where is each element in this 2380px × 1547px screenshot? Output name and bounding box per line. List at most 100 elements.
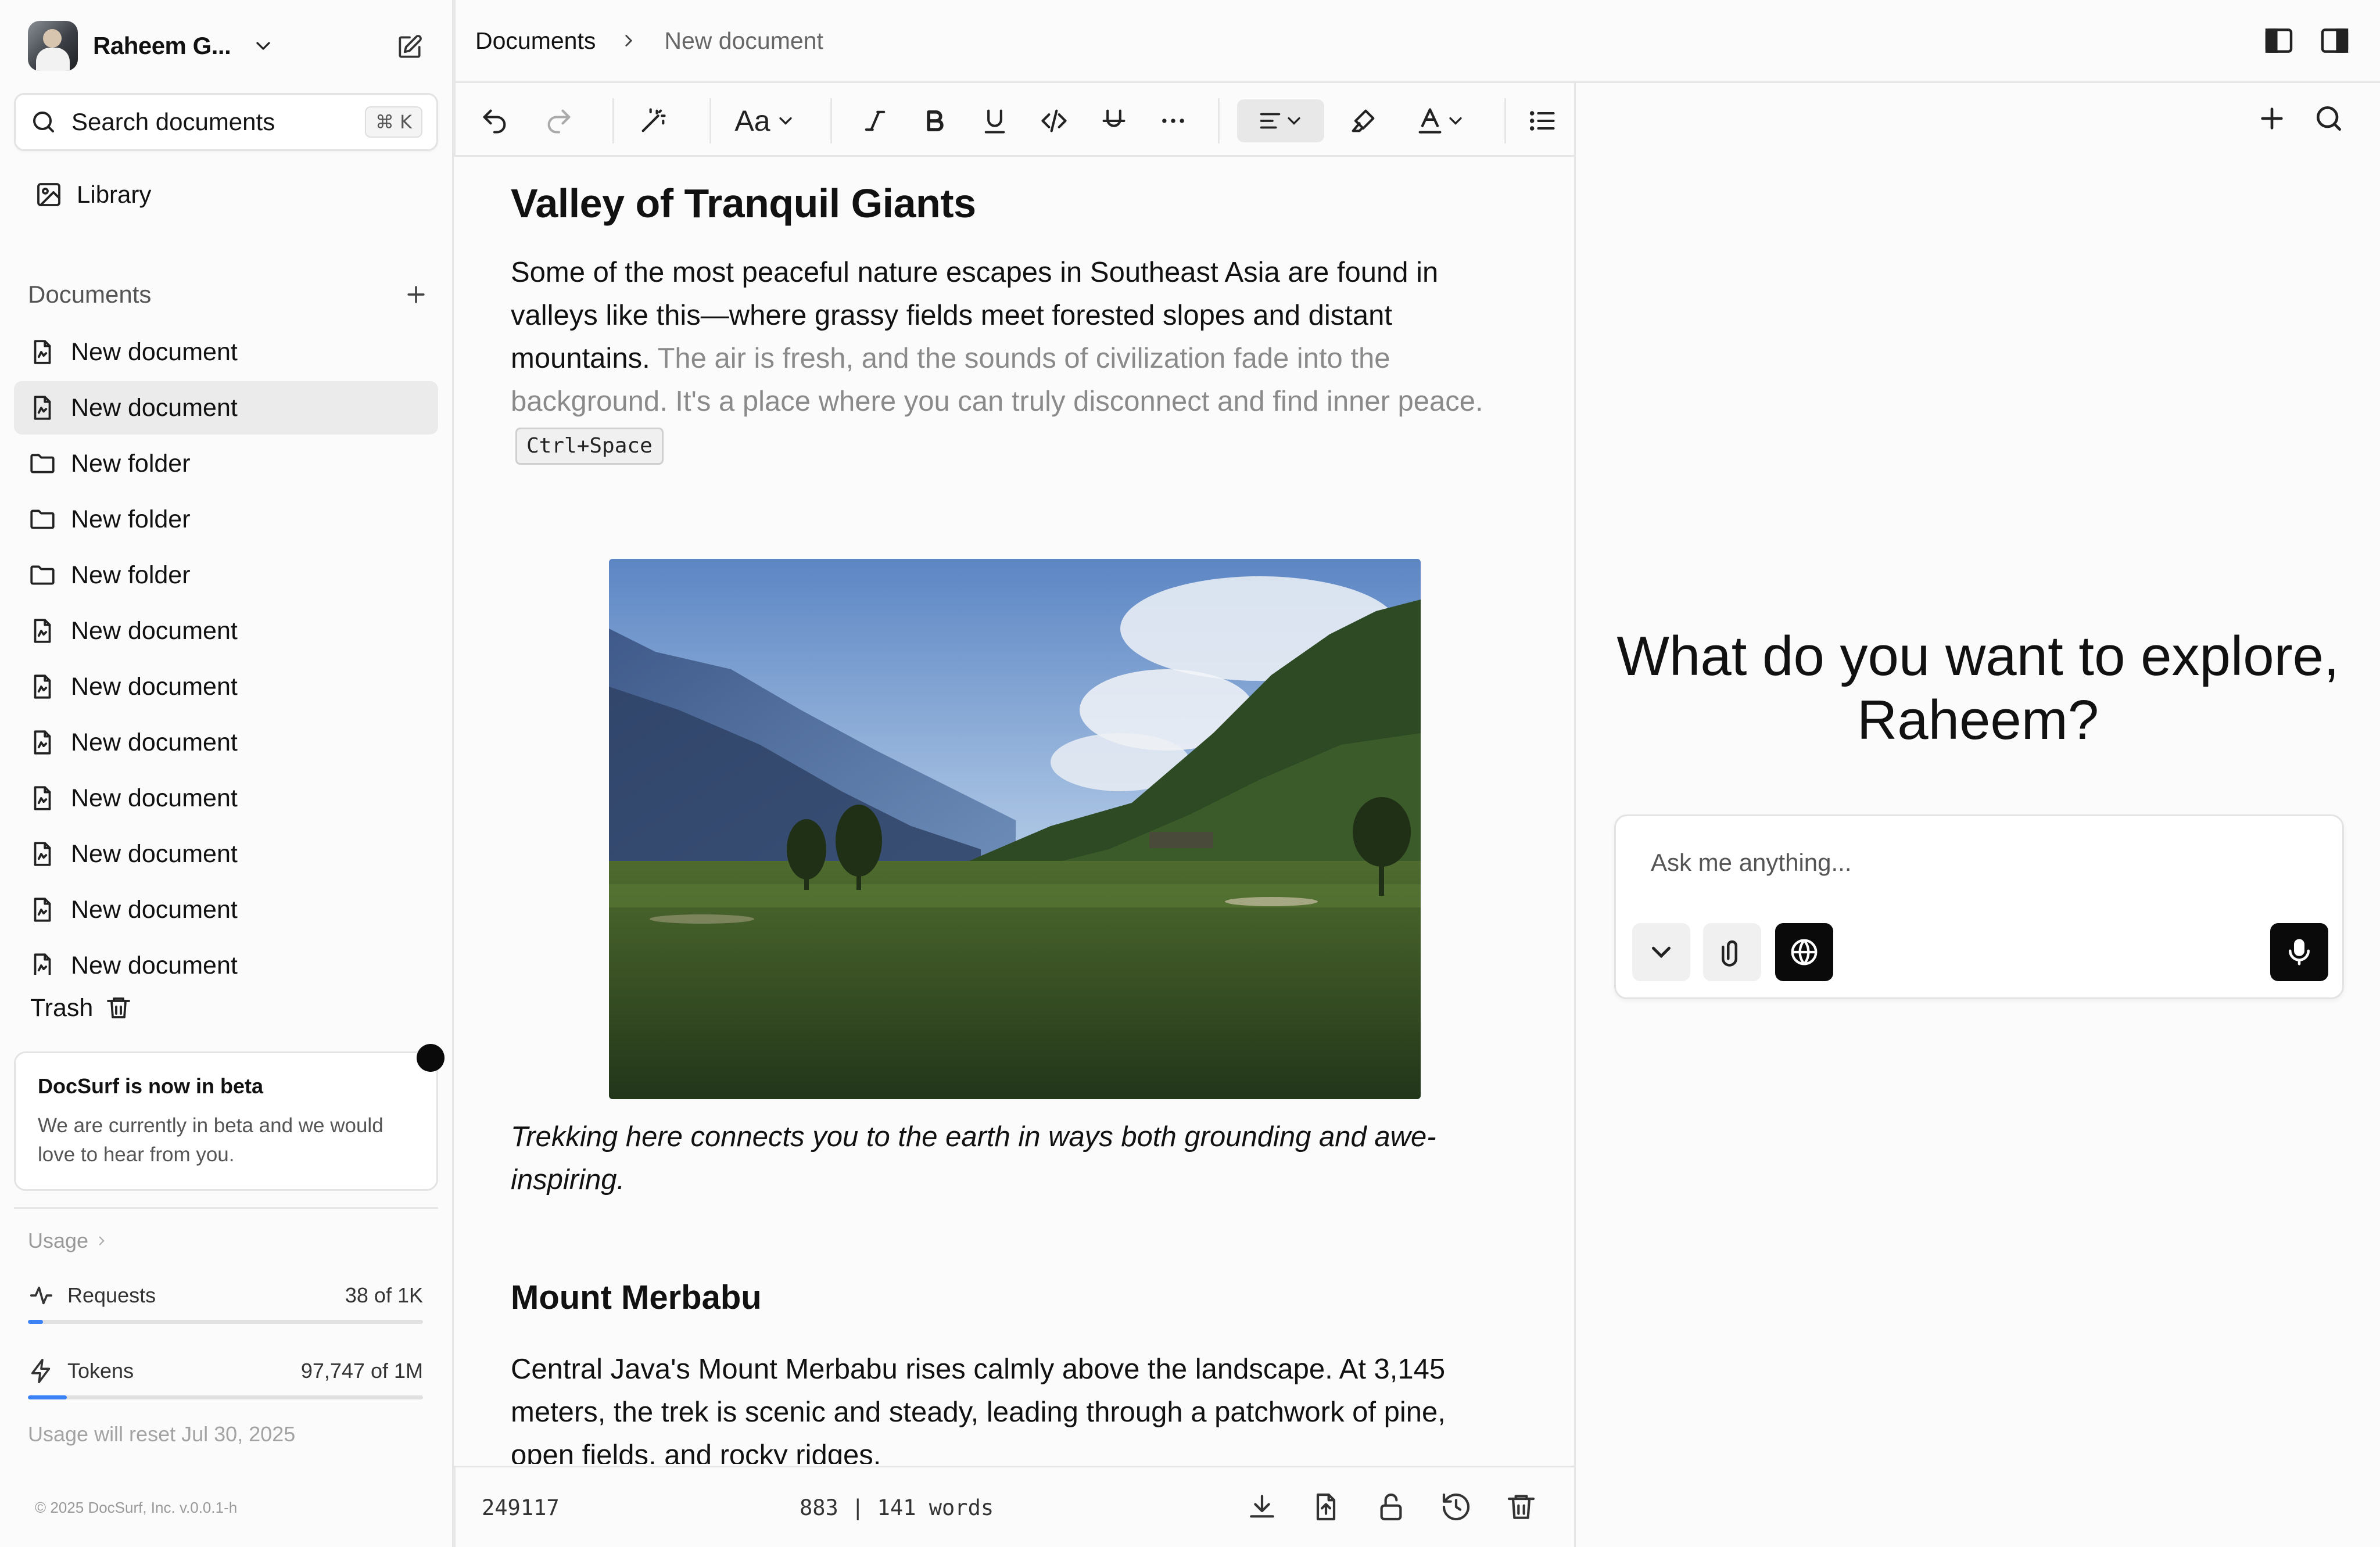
bullet-list-button[interactable] bbox=[1522, 99, 1562, 142]
toolbar-divider bbox=[1504, 98, 1506, 143]
strikethrough-icon bbox=[1102, 109, 1126, 127]
undo-icon bbox=[483, 109, 506, 134]
requests-value: 38 of 1K bbox=[345, 1283, 423, 1307]
chevron-right-icon bbox=[99, 1236, 105, 1246]
user-name: Raheem G... bbox=[93, 32, 231, 59]
document-icon bbox=[34, 674, 51, 699]
list-icon bbox=[1529, 111, 1555, 131]
section-paragraph[interactable]: Central Java's Mount Merbabu rises calml… bbox=[511, 1348, 1510, 1464]
align-dropdown[interactable] bbox=[1237, 99, 1324, 142]
redo-icon bbox=[547, 109, 571, 134]
chevron-down-icon[interactable] bbox=[252, 34, 275, 58]
folder-icon bbox=[30, 454, 55, 473]
sidebar-item-document[interactable]: New document bbox=[14, 604, 438, 658]
sidebar-item-label: New document bbox=[71, 672, 238, 701]
user-menu[interactable]: Raheem G... bbox=[28, 21, 424, 71]
requests-progress-bar bbox=[28, 1320, 423, 1324]
text-color-dropdown[interactable] bbox=[1408, 99, 1472, 142]
compose-icon[interactable] bbox=[395, 33, 424, 62]
model-dropdown-button[interactable] bbox=[1632, 923, 1690, 981]
sidebar-item-document[interactable]: New document bbox=[14, 325, 438, 379]
library-label: Library bbox=[77, 181, 152, 208]
unlock-icon[interactable] bbox=[1375, 1491, 1407, 1523]
sidebar-item-label: New document bbox=[71, 951, 238, 975]
search-icon[interactable] bbox=[2313, 102, 2345, 135]
sidebar-item-document[interactable]: New document bbox=[14, 771, 438, 825]
document-paragraph[interactable]: Some of the most peaceful nature escapes… bbox=[511, 251, 1510, 466]
toggle-right-panel-icon[interactable] bbox=[2318, 24, 2351, 57]
toolbar-divider bbox=[830, 98, 832, 143]
bold-button[interactable] bbox=[915, 99, 955, 142]
top-bar: Documents New document bbox=[456, 0, 2380, 81]
usage-reset-text: Usage will reset Jul 30, 2025 bbox=[28, 1422, 296, 1446]
document-list: New document New document New folder New fo… bbox=[14, 325, 438, 975]
accept-shortcut-tag[interactable]: Ctrl+Space bbox=[515, 428, 664, 465]
sidebar-item-folder[interactable]: New folder bbox=[14, 493, 438, 546]
search-shortcut: ⌘ K bbox=[364, 106, 422, 138]
assistant-panel: What do you want to explore, Raheem? Ask… bbox=[1576, 81, 2380, 1547]
image-caption[interactable]: Trekking here connects you to the earth … bbox=[511, 1115, 1510, 1201]
chevron-down-icon bbox=[1288, 117, 1300, 125]
history-icon[interactable] bbox=[1440, 1491, 1472, 1523]
underline-icon bbox=[984, 109, 1005, 134]
editor-canvas[interactable]: Valley of Tranquil Giants Some of the mo… bbox=[454, 157, 1574, 1466]
breadcrumb-documents[interactable]: Documents bbox=[475, 27, 596, 55]
sidebar-item-document[interactable]: New document bbox=[14, 716, 438, 769]
section-heading[interactable]: Mount Merbabu bbox=[511, 1278, 762, 1317]
sidebar-item-folder[interactable]: New folder bbox=[14, 437, 438, 490]
highlight-button[interactable] bbox=[1343, 99, 1383, 142]
notification-dot[interactable] bbox=[417, 1044, 445, 1072]
landscape-image[interactable] bbox=[609, 559, 1421, 1099]
italic-button[interactable] bbox=[855, 99, 895, 142]
toggle-left-panel-icon[interactable] bbox=[2263, 24, 2295, 57]
redo-button[interactable] bbox=[539, 99, 579, 142]
bold-icon bbox=[927, 110, 944, 131]
download-icon[interactable] bbox=[1246, 1491, 1278, 1523]
tokens-value: 97,747 of 1M bbox=[300, 1359, 423, 1383]
add-document-button[interactable] bbox=[403, 282, 429, 307]
folder-icon bbox=[30, 565, 55, 585]
assistant-greeting: What do you want to explore, Raheem? bbox=[1616, 625, 2339, 751]
sidebar: Raheem G... Search documents ⌘ K Library… bbox=[0, 0, 454, 1547]
document-icon bbox=[34, 619, 51, 643]
chat-input[interactable]: Ask me anything... bbox=[1651, 849, 1852, 877]
sidebar-item-folder[interactable]: New folder bbox=[14, 548, 438, 602]
tokens-meter: Tokens 97,747 of 1M bbox=[28, 1354, 423, 1399]
folder-icon bbox=[30, 509, 55, 529]
sidebar-item-document[interactable]: New document bbox=[14, 827, 438, 881]
chevron-down-icon bbox=[779, 117, 792, 125]
new-chat-icon[interactable] bbox=[2256, 102, 2288, 135]
tokens-progress-fill bbox=[28, 1395, 67, 1399]
usage-link[interactable]: Usage bbox=[28, 1229, 109, 1253]
web-search-toggle[interactable] bbox=[1775, 923, 1833, 981]
sidebar-item-document[interactable]: New document bbox=[14, 381, 438, 435]
voice-input-button[interactable] bbox=[2270, 923, 2328, 981]
avatar bbox=[28, 21, 78, 71]
sidebar-item-document[interactable]: New document bbox=[14, 660, 438, 713]
beta-body: We are currently in beta and we would lo… bbox=[38, 1114, 383, 1166]
beta-notice-card[interactable]: DocSurf is now in beta We are currently … bbox=[14, 1051, 438, 1191]
search-documents-button[interactable]: Search documents ⌘ K bbox=[14, 93, 438, 151]
word-count: 883 | 141 words bbox=[800, 1495, 994, 1520]
chat-input-box[interactable]: Ask me anything... bbox=[1614, 814, 2344, 999]
magic-wand-icon bbox=[641, 108, 666, 132]
sidebar-item-label: New document bbox=[71, 784, 238, 812]
more-options-button[interactable] bbox=[1153, 99, 1193, 142]
export-file-icon[interactable] bbox=[1310, 1491, 1342, 1523]
sidebar-item-document[interactable]: New document bbox=[14, 939, 438, 975]
undo-button[interactable] bbox=[474, 99, 515, 142]
font-style-label: Aa bbox=[734, 105, 770, 137]
font-style-dropdown[interactable]: Aa bbox=[727, 99, 803, 142]
attach-button[interactable] bbox=[1703, 923, 1761, 981]
document-title-text[interactable]: Valley of Tranquil Giants bbox=[511, 180, 1510, 227]
trash-link[interactable]: Trash bbox=[30, 988, 132, 1028]
sidebar-item-label: New folder bbox=[71, 505, 191, 533]
underline-button[interactable] bbox=[974, 99, 1015, 142]
delete-icon[interactable] bbox=[1505, 1491, 1537, 1523]
ai-magic-button[interactable] bbox=[633, 99, 673, 142]
sidebar-item-document[interactable]: New document bbox=[14, 883, 438, 936]
text-color-icon bbox=[1418, 108, 1442, 134]
code-button[interactable] bbox=[1034, 99, 1074, 142]
strikethrough-button[interactable] bbox=[1094, 99, 1134, 142]
library-link[interactable]: Library bbox=[35, 174, 151, 215]
